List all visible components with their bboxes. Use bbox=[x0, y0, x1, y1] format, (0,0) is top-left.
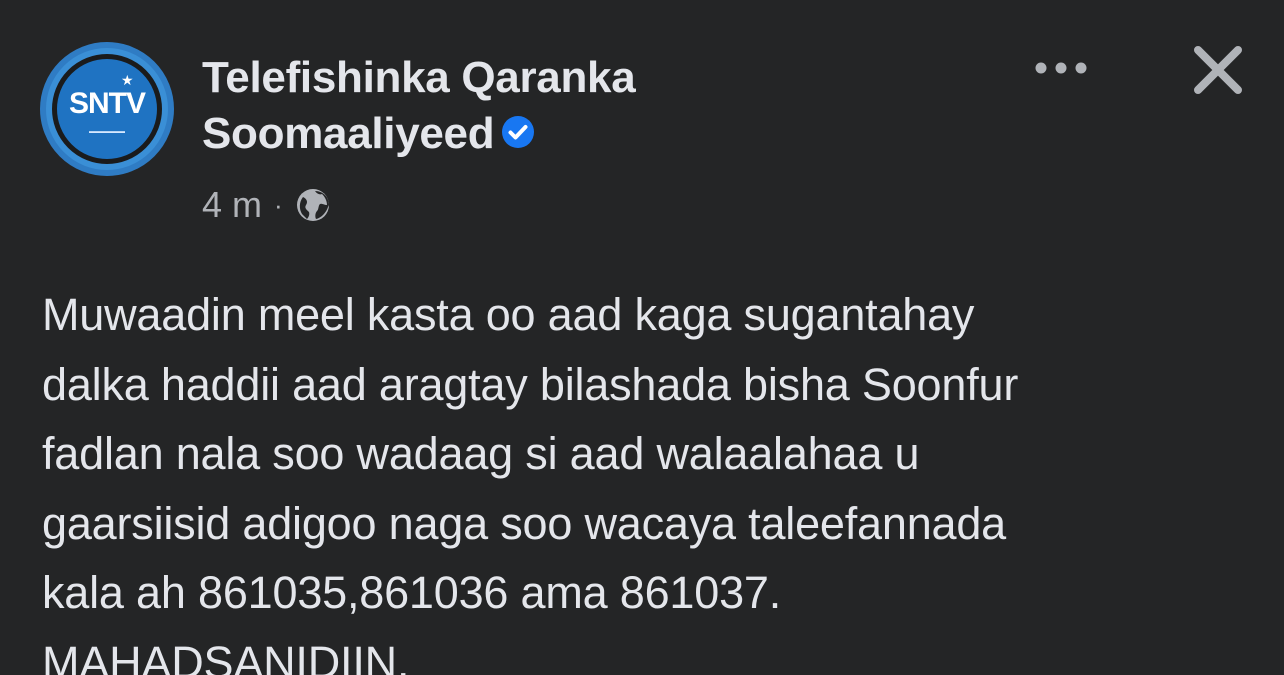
page-name-line2: Soomaaliyeed bbox=[202, 109, 495, 158]
meta-separator: · bbox=[274, 189, 283, 220]
close-icon bbox=[1194, 46, 1242, 94]
close-button[interactable] bbox=[1184, 36, 1252, 104]
page-avatar[interactable]: ★ SNTV ▬▬▬▬▬▬ bbox=[40, 42, 174, 176]
page-name-line2-wrap: Soomaaliyeed bbox=[202, 106, 635, 162]
star-icon: ★ bbox=[121, 72, 134, 88]
post-card: ★ SNTV ▬▬▬▬▬▬ Telefishinka Qaranka Sooma… bbox=[0, 0, 1284, 675]
post-timestamp[interactable]: 4 m bbox=[202, 184, 262, 226]
post-meta: 4 m · bbox=[202, 184, 331, 226]
page-name[interactable]: Telefishinka Qaranka Soomaaliyeed bbox=[202, 50, 636, 162]
avatar-logo-text: SNTV bbox=[68, 87, 146, 120]
avatar-logo-subtext: ▬▬▬▬▬▬ bbox=[89, 129, 125, 135]
more-options-icon bbox=[1035, 62, 1087, 74]
globe-icon[interactable] bbox=[295, 187, 331, 223]
more-options-button[interactable] bbox=[1026, 46, 1096, 90]
verified-badge-icon bbox=[502, 116, 535, 149]
page-name-line1: Telefishinka Qaranka bbox=[202, 53, 636, 102]
avatar-logo: ★ SNTV ▬▬▬▬▬▬ bbox=[52, 54, 162, 164]
post-body-text: Muwaadin meel kasta oo aad kaga sugantah… bbox=[42, 289, 1019, 675]
